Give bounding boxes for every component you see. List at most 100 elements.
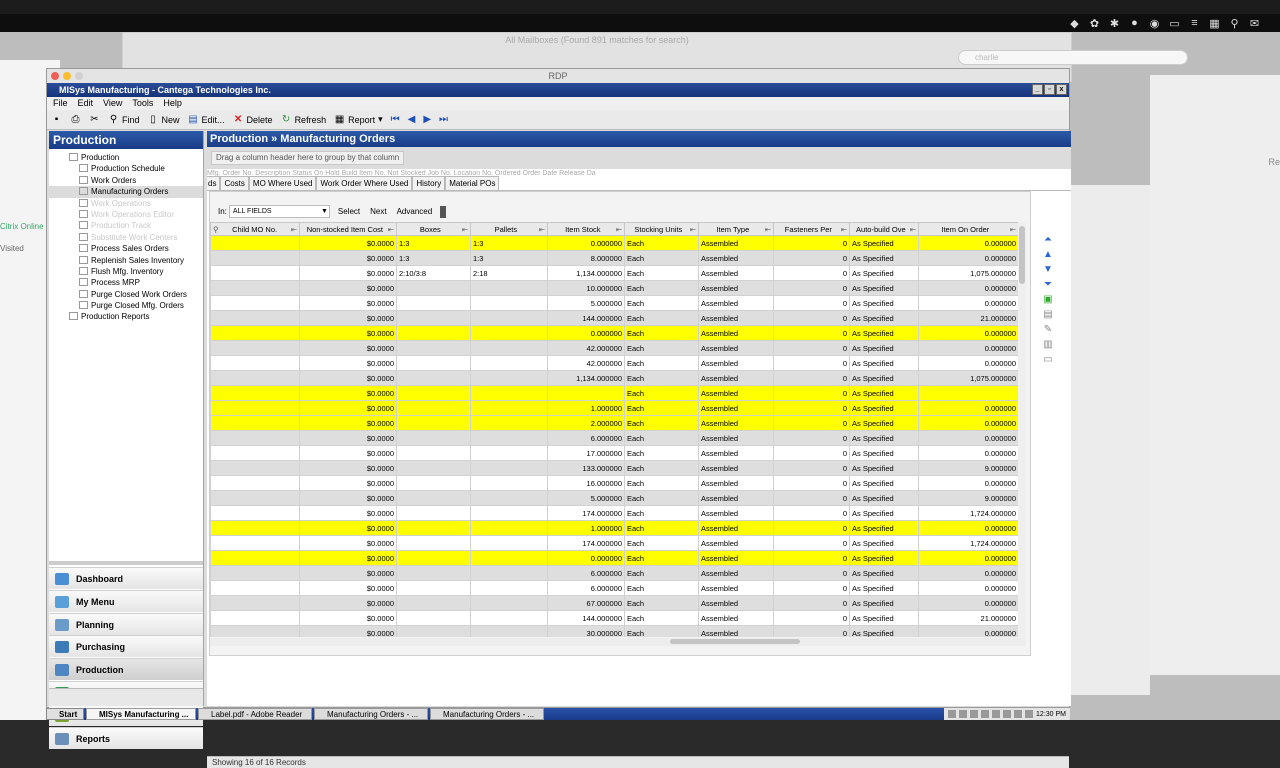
cell-stock[interactable]: 6.000000 — [547, 580, 625, 596]
cell-type[interactable]: Assembled — [698, 520, 774, 536]
cell-onorder[interactable] — [918, 385, 1018, 401]
cell-fast[interactable]: 0 — [773, 370, 850, 386]
table-row[interactable]: $0.0000 67.000000 Each Assembled 0 As Specifi… — [210, 595, 1018, 611]
cell-auto[interactable]: As Specified — [849, 475, 919, 491]
cell-child-mo[interactable] — [210, 460, 300, 476]
cell-cost[interactable]: $0.0000 — [299, 235, 397, 251]
tree-item[interactable]: Production Schedule — [49, 163, 203, 174]
cell-stock[interactable]: 0.000000 — [547, 235, 625, 251]
cell-units[interactable]: Each — [624, 430, 699, 446]
cell-units[interactable]: Each — [624, 355, 699, 371]
cell-stock[interactable]: 6.000000 — [547, 565, 625, 581]
cell-type[interactable]: Assembled — [698, 400, 774, 416]
cell-stock[interactable]: 1.000000 — [547, 400, 625, 416]
table-row[interactable]: $0.0000 2.000000 Each Assembled 0 As Specifie… — [210, 415, 1018, 431]
cell-boxes[interactable]: 2:10/3:8 — [396, 265, 471, 281]
cell-boxes[interactable] — [396, 430, 471, 446]
tree-item-production-reports[interactable]: Production Reports — [49, 311, 203, 322]
table-row[interactable]: $0.0000 42.000000 Each Assembled 0 As Specifi… — [210, 355, 1018, 371]
cell-stock[interactable]: 0.000000 — [547, 550, 625, 566]
cell-pallets[interactable] — [470, 505, 548, 521]
cell-cost[interactable]: $0.0000 — [299, 340, 397, 356]
cell-type[interactable]: Assembled — [698, 445, 774, 461]
cell-cost[interactable]: $0.0000 — [299, 565, 397, 581]
cell-type[interactable]: Assembled — [698, 355, 774, 371]
cell-onorder[interactable]: 0.000000 — [918, 280, 1018, 296]
cell-boxes[interactable] — [396, 535, 471, 551]
cell-child-mo[interactable] — [210, 295, 300, 311]
zoom-dot-icon[interactable] — [75, 72, 83, 80]
cell-auto[interactable]: As Specified — [849, 340, 919, 356]
cell-stock[interactable]: 1.000000 — [547, 520, 625, 536]
cell-pallets[interactable] — [470, 340, 548, 356]
cell-cost[interactable]: $0.0000 — [299, 355, 397, 371]
cell-stock[interactable]: 16.000000 — [547, 475, 625, 491]
advanced-button[interactable]: Advanced — [395, 207, 435, 216]
cell-units[interactable]: Each — [624, 250, 699, 266]
cell-onorder[interactable]: 1,724.000000 — [918, 505, 1018, 521]
tree-item[interactable]: Purge Closed Work Orders — [49, 289, 203, 300]
cell-auto[interactable]: As Specified — [849, 295, 919, 311]
cell-auto[interactable]: As Specified — [849, 325, 919, 341]
tray-app-icon[interactable] — [1025, 710, 1034, 718]
table-row[interactable]: $0.0000 1.000000 Each Assembled 0 As Specifie… — [210, 520, 1018, 536]
edit-row-icon[interactable]: ✎ — [1044, 324, 1052, 335]
tab-work-order-where-used[interactable]: Work Order Where Used — [316, 176, 413, 190]
cell-child-mo[interactable] — [210, 535, 300, 551]
cell-cost[interactable]: $0.0000 — [299, 430, 397, 446]
cell-cost[interactable]: $0.0000 — [299, 265, 397, 281]
cell-fast[interactable]: 0 — [773, 610, 850, 626]
cell-boxes[interactable] — [396, 325, 471, 341]
cell-pallets[interactable] — [470, 475, 548, 491]
close-dot-icon[interactable] — [51, 72, 59, 80]
cell-onorder[interactable]: 0.000000 — [918, 355, 1018, 371]
cell-stock[interactable]: 8.000000 — [547, 250, 625, 266]
cell-cost[interactable]: $0.0000 — [299, 385, 397, 401]
cell-units[interactable]: Each — [624, 535, 699, 551]
cell-child-mo[interactable] — [210, 340, 300, 356]
menu-file[interactable]: File — [53, 97, 68, 110]
cell-type[interactable]: Assembled — [698, 295, 774, 311]
nav-my-menu[interactable]: My Menu — [49, 589, 203, 612]
next-button[interactable]: Next — [368, 207, 388, 216]
cell-child-mo[interactable] — [210, 625, 300, 637]
group-by-area[interactable]: Drag a column header here to group by th… — [207, 147, 1071, 169]
tree-item[interactable]: Manufacturing Orders — [49, 186, 203, 198]
cell-boxes[interactable] — [396, 295, 471, 311]
cell-child-mo[interactable] — [210, 565, 300, 581]
cell-pallets[interactable] — [470, 580, 548, 596]
cell-cost[interactable]: $0.0000 — [299, 595, 397, 611]
cell-cost[interactable]: $0.0000 — [299, 550, 397, 566]
previous-record-icon[interactable]: ◀ — [408, 114, 416, 125]
cell-pallets[interactable] — [470, 325, 548, 341]
start-button[interactable]: Start — [46, 708, 84, 720]
save-icon[interactable]: ▪ — [51, 114, 62, 125]
cell-auto[interactable]: As Specified — [849, 565, 919, 581]
pane-splitter[interactable] — [49, 561, 203, 565]
cell-units[interactable]: Each — [624, 475, 699, 491]
cell-fast[interactable]: 0 — [773, 625, 850, 637]
tree-item[interactable]: Flush Mfg. Inventory — [49, 266, 203, 277]
cell-pallets[interactable]: 2:18 — [470, 265, 548, 281]
tray-app-icon[interactable] — [959, 710, 968, 718]
cell-stock[interactable]: 30.000000 — [547, 625, 625, 637]
cell-fast[interactable]: 0 — [773, 355, 850, 371]
tree-item[interactable]: Work Orders — [49, 175, 203, 186]
cell-onorder[interactable]: 0.000000 — [918, 430, 1018, 446]
tree-item[interactable]: Work Operations — [49, 198, 203, 209]
column-header[interactable]: Non-stocked Item Cost ⇤ — [299, 222, 397, 236]
cell-onorder[interactable]: 0.000000 — [918, 580, 1018, 596]
tree-root-production[interactable]: Production — [49, 152, 203, 163]
cell-pallets[interactable] — [470, 385, 548, 401]
cell-onorder[interactable]: 21.000000 — [918, 610, 1018, 626]
tree-item[interactable]: Replenish Sales Inventory — [49, 255, 203, 266]
edit-button[interactable]: ▤ Edit... — [188, 114, 224, 125]
cell-child-mo[interactable] — [210, 415, 300, 431]
cell-type[interactable]: Assembled — [698, 490, 774, 506]
cell-cost[interactable]: $0.0000 — [299, 535, 397, 551]
cell-units[interactable]: Each — [624, 265, 699, 281]
cell-stock[interactable]: 1,134.000000 — [547, 265, 625, 281]
cell-boxes[interactable]: 1:3 — [396, 235, 471, 251]
cell-type[interactable]: Assembled — [698, 535, 774, 551]
table-row[interactable]: $0.0000 6.000000 Each Assembled 0 As Specifie… — [210, 580, 1018, 596]
